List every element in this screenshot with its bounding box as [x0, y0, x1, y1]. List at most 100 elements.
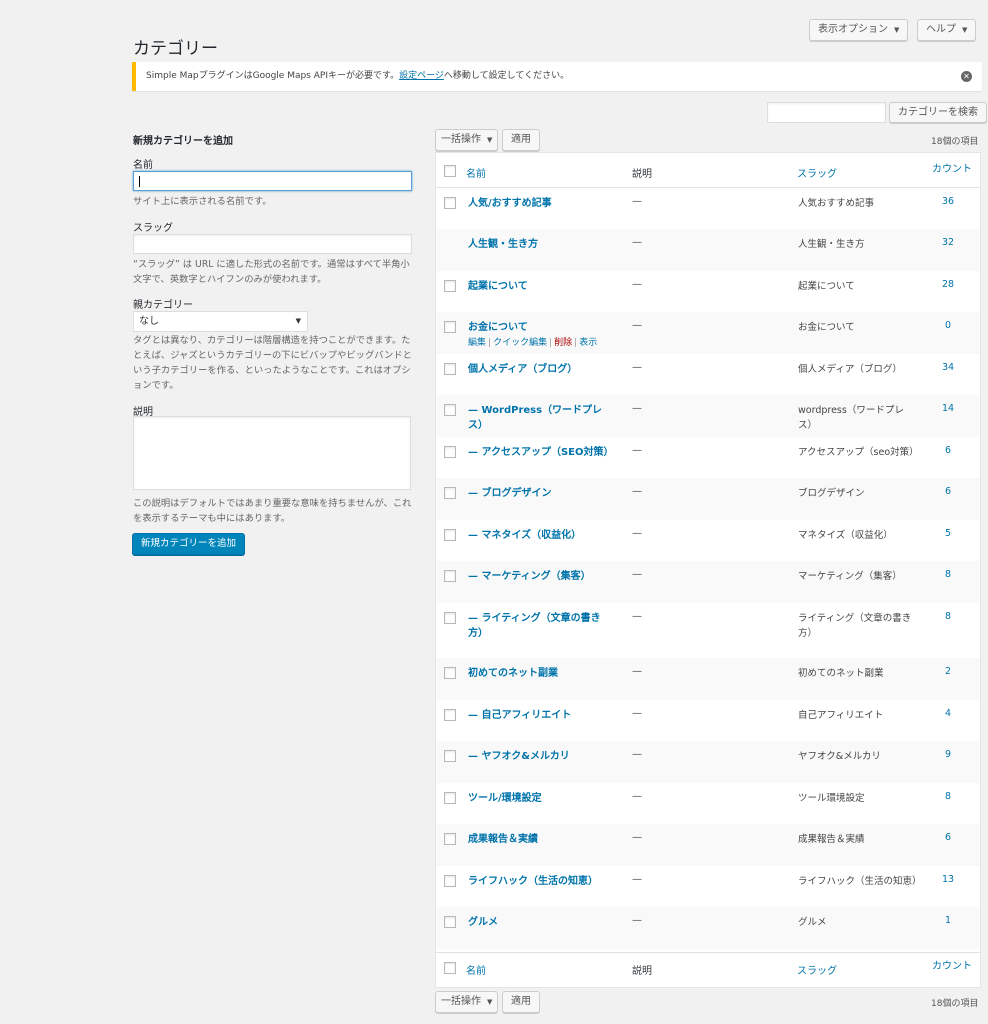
category-search-input[interactable] [767, 102, 886, 123]
help-button[interactable]: ヘルプ ▼ [917, 19, 977, 41]
apply-button-bottom[interactable]: 適用 [502, 991, 540, 1013]
row-checkbox[interactable] [444, 404, 456, 416]
row-checkbox[interactable] [444, 916, 456, 928]
row-checkbox[interactable] [444, 709, 456, 721]
apply-button-top[interactable]: 適用 [502, 129, 540, 151]
category-name-link[interactable]: — ヤフオク&メルカリ [468, 749, 613, 764]
edit-link[interactable]: 編集 [468, 338, 486, 348]
category-count-link[interactable]: 8 [926, 569, 970, 580]
category-count-link[interactable]: 1 [926, 915, 970, 926]
category-name-link[interactable]: — WordPress（ワードプレス） [468, 403, 613, 433]
quick-edit-link[interactable]: クイック編集 [493, 338, 547, 348]
category-slug: ライティング（文章の書き方） [798, 613, 912, 639]
dismiss-notice-icon[interactable]: ✕ [961, 71, 972, 82]
category-name-link[interactable]: — 自己アフィリエイト [468, 708, 613, 723]
select-all-checkbox-footer[interactable] [444, 962, 456, 974]
category-description: — [632, 915, 642, 926]
row-checkbox[interactable] [444, 833, 456, 845]
row-checkbox[interactable] [444, 280, 456, 292]
category-count-link[interactable]: 32 [926, 237, 970, 248]
category-count-link[interactable]: 13 [926, 874, 970, 885]
category-name-link[interactable]: — アクセスアップ（SEO対策） [468, 445, 614, 460]
column-name[interactable]: 名前 [466, 165, 486, 180]
category-count-link[interactable]: 6 [926, 486, 970, 497]
column-count-footer[interactable]: カウント [932, 957, 972, 972]
category-count-link[interactable]: 2 [926, 666, 970, 677]
row-checkbox[interactable] [444, 363, 456, 375]
row-checkbox[interactable] [444, 792, 456, 804]
category-count-link[interactable]: 0 [926, 320, 970, 331]
category-count-link[interactable]: 8 [926, 611, 970, 622]
table-row: — ブログデザイン — ブログデザイン 6 [436, 478, 980, 520]
category-name-link[interactable]: 初めてのネット副業 [468, 666, 613, 681]
category-count-link[interactable]: 6 [926, 445, 970, 456]
category-name-link[interactable]: 個人メディア（ブログ） [468, 362, 613, 377]
category-count-link[interactable]: 36 [926, 196, 970, 207]
category-name-link[interactable]: ライフハック（生活の知恵） [468, 874, 613, 889]
category-description: — [632, 237, 642, 248]
category-name-link[interactable]: 人気/おすすめ記事 [468, 196, 613, 211]
category-count-link[interactable]: 5 [926, 528, 970, 539]
row-checkbox[interactable] [444, 667, 456, 679]
column-slug-footer[interactable]: スラッグ [797, 962, 837, 977]
category-slug: 個人メディア（ブログ） [798, 364, 902, 375]
category-slug: ブログデザイン [798, 488, 865, 499]
column-slug[interactable]: スラッグ [797, 165, 837, 180]
row-checkbox[interactable] [444, 612, 456, 624]
table-row: 初めてのネット副業 — 初めてのネット副業 2 [436, 658, 980, 700]
category-description: — [632, 196, 642, 207]
bulk-action-select-bottom[interactable]: 一括操作 ▼ [435, 991, 499, 1013]
row-checkbox[interactable] [444, 750, 456, 762]
table-row: — 自己アフィリエイト — 自己アフィリエイト 4 [436, 700, 980, 741]
category-slug: 自己アフィリエイト [798, 710, 884, 721]
category-name-link[interactable]: — マネタイズ（収益化） [468, 528, 613, 543]
row-checkbox[interactable] [444, 529, 456, 541]
category-slug-input[interactable] [133, 234, 412, 254]
category-description: — [632, 279, 642, 290]
row-checkbox[interactable] [444, 875, 456, 887]
category-name-input[interactable] [133, 171, 412, 191]
category-name-link[interactable]: ツール/環境設定 [468, 791, 613, 806]
row-checkbox[interactable] [444, 197, 456, 209]
screen-options-button[interactable]: 表示オプション ▼ [809, 19, 909, 41]
row-checkbox[interactable] [444, 446, 456, 458]
search-categories-button[interactable]: カテゴリーを検索 [889, 102, 987, 123]
category-name-link[interactable]: 人生観・生き方 [468, 237, 613, 252]
settings-page-link[interactable]: 設定ページ [399, 71, 444, 81]
category-count-link[interactable]: 34 [926, 362, 970, 373]
category-description: — [632, 791, 642, 802]
category-description-textarea[interactable] [133, 416, 411, 490]
view-link[interactable]: 表示 [579, 338, 597, 348]
category-name-link[interactable]: お金について [468, 320, 613, 335]
table-row: お金について — お金について 0 編集 | クイック編集 | 削除 | 表示 [436, 312, 980, 354]
separator: | [574, 338, 578, 348]
category-count-link[interactable]: 28 [926, 279, 970, 290]
row-checkbox[interactable] [444, 570, 456, 582]
row-checkbox[interactable] [444, 321, 456, 333]
category-count-link[interactable]: 4 [926, 708, 970, 719]
bulk-action-select-top[interactable]: 一括操作 ▼ [435, 129, 499, 151]
category-count-link[interactable]: 6 [926, 832, 970, 843]
parent-category-select[interactable]: なし ▼ [133, 311, 308, 332]
select-all-checkbox[interactable] [444, 165, 456, 177]
category-name-link[interactable]: — ブログデザイン [468, 486, 613, 501]
slug-label: スラッグ [133, 223, 173, 234]
category-count-link[interactable]: 9 [926, 749, 970, 760]
category-count-link[interactable]: 14 [926, 403, 970, 414]
category-name-link[interactable]: — ライティング（文章の書き方） [468, 611, 613, 641]
delete-link[interactable]: 削除 [554, 338, 572, 348]
category-slug: wordpress（ワードプレス） [798, 405, 904, 431]
page-title: カテゴリー [133, 39, 218, 59]
category-count-link[interactable]: 8 [926, 791, 970, 802]
category-name-link[interactable]: 起業について [468, 279, 613, 294]
row-checkbox[interactable] [444, 487, 456, 499]
category-description: — [632, 445, 642, 456]
category-name-link[interactable]: 成果報告＆実績 [468, 832, 613, 847]
column-count[interactable]: カウント [932, 160, 972, 175]
category-name-link[interactable]: グルメ [468, 915, 613, 930]
column-name-footer[interactable]: 名前 [466, 962, 486, 977]
caret-down-icon: ▼ [295, 317, 301, 325]
add-category-heading: 新規カテゴリーを追加 [133, 136, 233, 147]
category-name-link[interactable]: — マーケティング（集客） [468, 569, 613, 584]
add-category-submit-button[interactable]: 新規カテゴリーを追加 [132, 533, 245, 555]
